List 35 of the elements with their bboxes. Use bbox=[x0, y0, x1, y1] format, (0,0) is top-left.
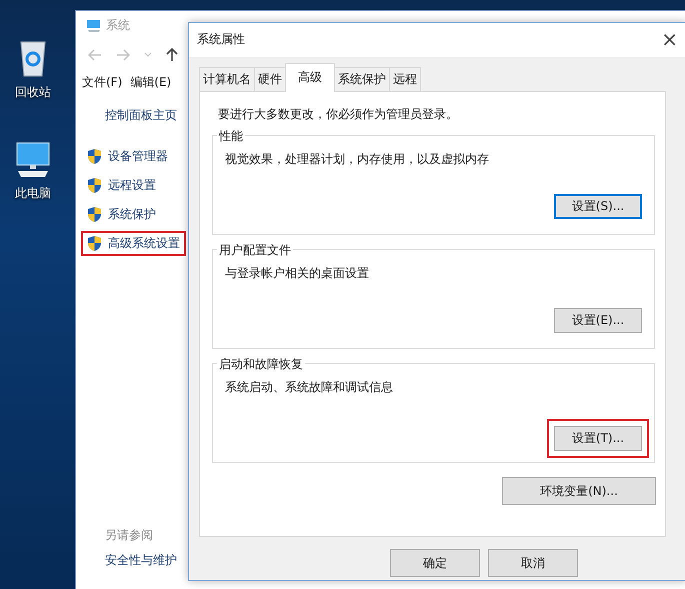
group-description: 与登录帐户相关的桌面设置 bbox=[225, 265, 370, 282]
tab[interactable]: 远程 bbox=[389, 67, 421, 91]
settings-button[interactable]: 设置(S)... bbox=[554, 194, 642, 219]
environment-variables-button[interactable]: 环境变量(N)... bbox=[502, 477, 656, 505]
group-title: 性能 bbox=[217, 128, 245, 145]
shield-icon bbox=[87, 148, 102, 165]
up-arrow-icon[interactable] bbox=[166, 48, 178, 62]
desktop-icon-label[interactable]: 此电脑 bbox=[15, 185, 51, 202]
desktop-icon-label[interactable]: 回收站 bbox=[15, 84, 51, 101]
tab[interactable]: 计算机名 bbox=[199, 67, 255, 91]
group-description: 系统启动、系统故障和调试信息 bbox=[225, 379, 394, 396]
dialog-button[interactable]: 取消 bbox=[488, 549, 578, 577]
group-title: 启动和故障恢复 bbox=[217, 356, 305, 373]
sidebar-item[interactable]: 设备管理器 bbox=[81, 144, 174, 169]
sidebar-item[interactable]: 远程设置 bbox=[81, 173, 162, 198]
see-also-heading: 另请参阅 bbox=[105, 527, 154, 544]
sidebar-item[interactable]: 高级系统设置 bbox=[81, 231, 186, 256]
menu-item[interactable]: 编辑(E) bbox=[130, 74, 172, 91]
monitor-icon bbox=[86, 18, 102, 32]
sidebar-item[interactable]: 系统保护 bbox=[81, 202, 162, 227]
close-button[interactable]: × bbox=[661, 29, 678, 49]
dialog-title: 系统属性 bbox=[197, 30, 245, 48]
shield-icon bbox=[87, 177, 102, 194]
settings-button[interactable]: 设置(E)... bbox=[554, 308, 642, 333]
group-title: 用户配置文件 bbox=[217, 242, 293, 259]
menu-item[interactable]: 文件(F) bbox=[82, 74, 122, 91]
computer-icon[interactable] bbox=[14, 141, 52, 179]
group-description: 视觉效果，处理器计划，内存使用，以及虚拟内存 bbox=[225, 151, 490, 168]
window-title: 系统 bbox=[106, 17, 130, 34]
settings-button[interactable]: 设置(T)... bbox=[554, 426, 642, 451]
dialog-button[interactable]: 确定 bbox=[390, 549, 480, 577]
shield-icon bbox=[87, 206, 102, 223]
admin-notice: 要进行大多数更改，你必须作为管理员登录。 bbox=[217, 106, 459, 123]
shield-icon bbox=[87, 235, 102, 252]
tab[interactable]: 高级 bbox=[285, 63, 335, 92]
